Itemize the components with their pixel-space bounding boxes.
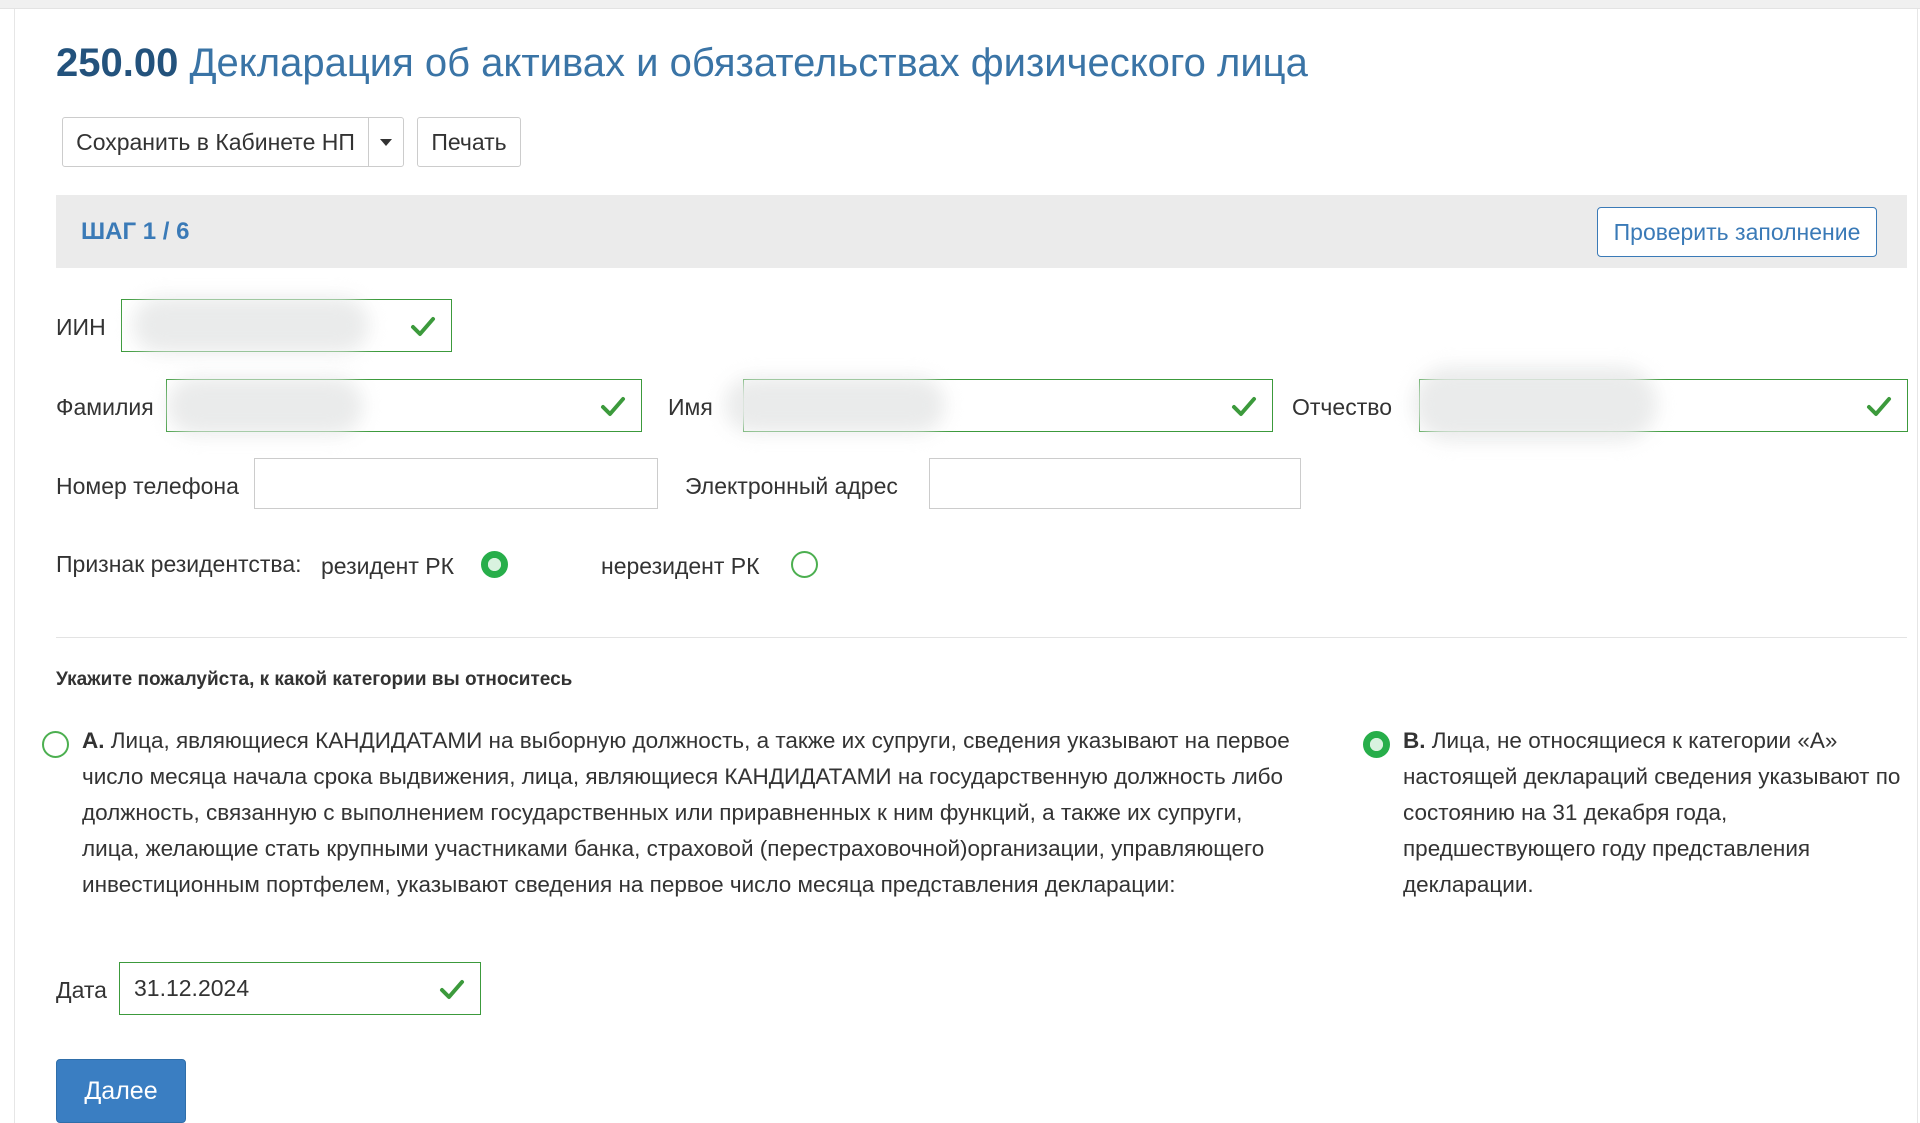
firstname-label: Имя [668,394,713,420]
category-a-description: Лица, являющиеся КАНДИДАТАМИ на выборную… [82,728,1290,897]
check-icon [1867,396,1891,416]
step-indicator: ШАГ 1 / 6 [81,218,190,245]
step-bar: ШАГ 1 / 6 Проверить заполнение [56,195,1907,268]
category-b-radio[interactable] [1363,731,1390,758]
phone-input[interactable] [254,458,658,509]
redacted-lastname [167,377,363,435]
next-button-label: Далее [84,1076,158,1105]
date-value: 31.12.2024 [134,975,250,1001]
print-button-label: Печать [431,128,507,155]
category-b-text: В. Лица, не относящиеся к категории «А» … [1403,723,1901,903]
email-label: Электронный адрес [685,473,898,499]
redacted-patronymic [1413,367,1657,441]
check-icon [601,396,625,416]
save-button-label: Сохранить в Кабинете НП [76,128,355,155]
caret-down-icon [380,138,392,146]
category-question: Укажите пожалуйста, к какой категории вы… [56,669,573,690]
redacted-firstname [725,377,945,433]
check-icon [1232,396,1256,416]
lastname-label: Фамилия [56,394,154,420]
save-dropdown-toggle[interactable] [368,117,404,167]
nonresident-radio[interactable] [791,551,818,578]
email-input[interactable] [929,458,1301,509]
check-icon [440,979,464,999]
resident-radio[interactable] [481,551,508,578]
date-input[interactable]: 31.12.2024 [119,962,481,1015]
top-strip [0,0,1920,9]
check-filling-button[interactable]: Проверить заполнение [1597,207,1877,257]
resident-option-label: резидент РК [321,553,455,579]
patronymic-label: Отчество [1292,394,1392,420]
next-button[interactable]: Далее [56,1059,186,1123]
redacted-iin [133,297,369,353]
form-title: Декларация об активах и обязательствах ф… [189,41,1308,85]
date-label: Дата [56,977,107,1003]
residency-label: Признак резидентства: [56,551,302,577]
category-a-text: А. Лица, являющиеся КАНДИДАТАМИ на выбор… [82,723,1302,903]
check-icon [411,316,435,336]
category-a-letter: А. [82,728,105,753]
category-a-radio[interactable] [42,731,69,758]
category-b-letter: В. [1403,728,1426,753]
phone-label: Номер телефона [56,473,239,499]
section-divider [56,637,1907,638]
form-code: 250.00 [56,41,179,85]
nonresident-option-label: нерезидент РК [601,553,760,579]
print-button[interactable]: Печать [417,117,521,167]
save-in-cabinet-button[interactable]: Сохранить в Кабинете НП [62,117,369,167]
check-filling-label: Проверить заполнение [1613,218,1861,245]
iin-label: ИИН [56,314,106,340]
page-title: 250.00 Декларация об активах и обязатель… [56,39,1308,87]
category-b-description: Лица, не относящиеся к категории «А» нас… [1403,728,1901,897]
declaration-page: 250.00 Декларация об активах и обязатель… [14,9,1918,1123]
